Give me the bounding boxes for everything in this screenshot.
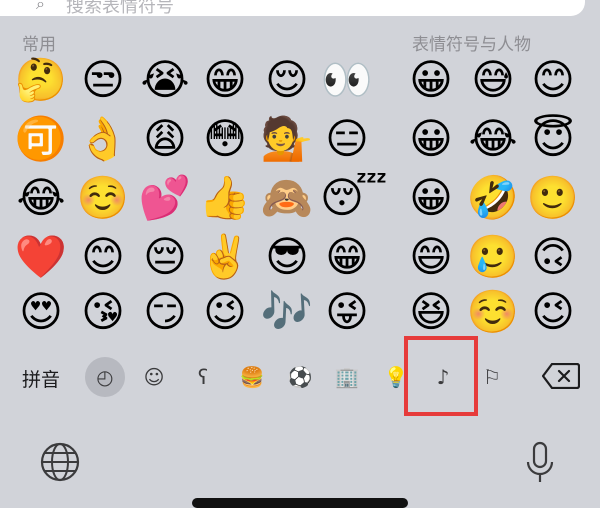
emoji-key[interactable]: 😎 [260,230,314,284]
emoji-key[interactable]: 🥲 [466,230,520,284]
emoji-key[interactable]: 😍 [14,285,68,339]
emoji-key[interactable]: 🤣 [466,171,520,225]
emoji-key[interactable]: 😂 [14,171,68,225]
emoji-key[interactable]: 😭 [138,53,192,107]
backspace-icon[interactable] [542,363,580,389]
emoji-key[interactable]: 😊 [526,53,580,107]
building-icon[interactable]: 🏢 [327,357,367,397]
emoji-key[interactable]: 😳 [198,112,252,166]
emoji-key[interactable]: 💕 [138,171,192,225]
emoji-key[interactable]: 😴 [320,171,387,225]
emoji-key[interactable]: 😊 [76,230,130,284]
emoji-search-field[interactable]: ⌕ 搜索表情符号 [0,0,585,17]
microphone-icon[interactable] [518,440,562,484]
emoji-key[interactable]: 😔 [138,230,192,284]
emoji-key[interactable]: 👍 [198,171,252,225]
emoji-key[interactable]: 😏 [138,285,192,339]
search-icon: ⌕ [36,0,45,13]
emoji-key[interactable]: 😁 [198,53,252,107]
section-label-frequent: 常用 [22,35,56,55]
emoji-key[interactable]: ❤️ [14,230,68,284]
category-bar: 拼音 ◴ ☺ ʕ 🍔 ⚽ 🏢 💡 ♪ ⚐ [0,345,600,405]
emoji-key[interactable]: 😁 [320,230,374,284]
clock-icon[interactable]: ◴ [85,357,125,397]
emoji-key[interactable]: 😉 [198,285,252,339]
flag-icon[interactable]: ⚐ [472,357,512,397]
emoji-key[interactable]: ✌️ [198,230,252,284]
emoji-key[interactable]: 😒 [76,53,130,107]
emoji-key[interactable]: 😑 [320,112,374,166]
emoji-key[interactable]: 😀 [404,53,458,107]
highlight-annotation [404,336,478,416]
emoji-key[interactable]: 🙂 [526,171,580,225]
emoji-key[interactable]: 😜 [320,285,374,339]
emoji-key[interactable]: 😂 [466,112,520,166]
emoji-key[interactable]: 😉 [526,285,580,339]
soccer-ball-icon[interactable]: ⚽ [280,357,320,397]
emoji-key[interactable]: 😀 [404,112,458,166]
emoji-key[interactable]: 😅 [466,53,520,107]
emoji-key[interactable]: 😆 [404,285,458,339]
emoji-key[interactable]: ☺️ [76,171,130,225]
emoji-key[interactable]: 👌 [76,112,130,166]
smiley-icon[interactable]: ☺ [134,357,174,397]
emoji-key[interactable]: 👀 [320,53,374,107]
emoji-key[interactable]: ☺️ [466,285,520,339]
pinyin-button[interactable]: 拼音 [22,365,60,392]
food-icon[interactable]: 🍔 [232,357,272,397]
emoji-key[interactable]: 😘 [76,285,130,339]
globe-icon[interactable] [38,440,82,484]
search-placeholder: 搜索表情符号 [66,0,174,17]
emoji-key[interactable]: 😩 [138,112,192,166]
emoji-key[interactable]: 💁 [260,112,314,166]
section-label-smileys: 表情符号与人物 [412,35,531,55]
emoji-key[interactable]: 😄 [404,230,458,284]
emoji-key[interactable]: 🎶 [260,285,314,339]
emoji-key[interactable]: 🙃 [526,230,580,284]
emoji-key[interactable]: 🉑 [14,112,68,166]
home-indicator [192,498,408,508]
bear-icon[interactable]: ʕ [183,357,223,397]
emoji-key[interactable]: 🤔 [14,53,68,107]
emoji-key[interactable]: 😀 [404,171,458,225]
emoji-key[interactable]: 😌 [260,53,314,107]
emoji-key[interactable]: 😇 [526,112,580,166]
emoji-key[interactable]: 🙈 [260,171,314,225]
